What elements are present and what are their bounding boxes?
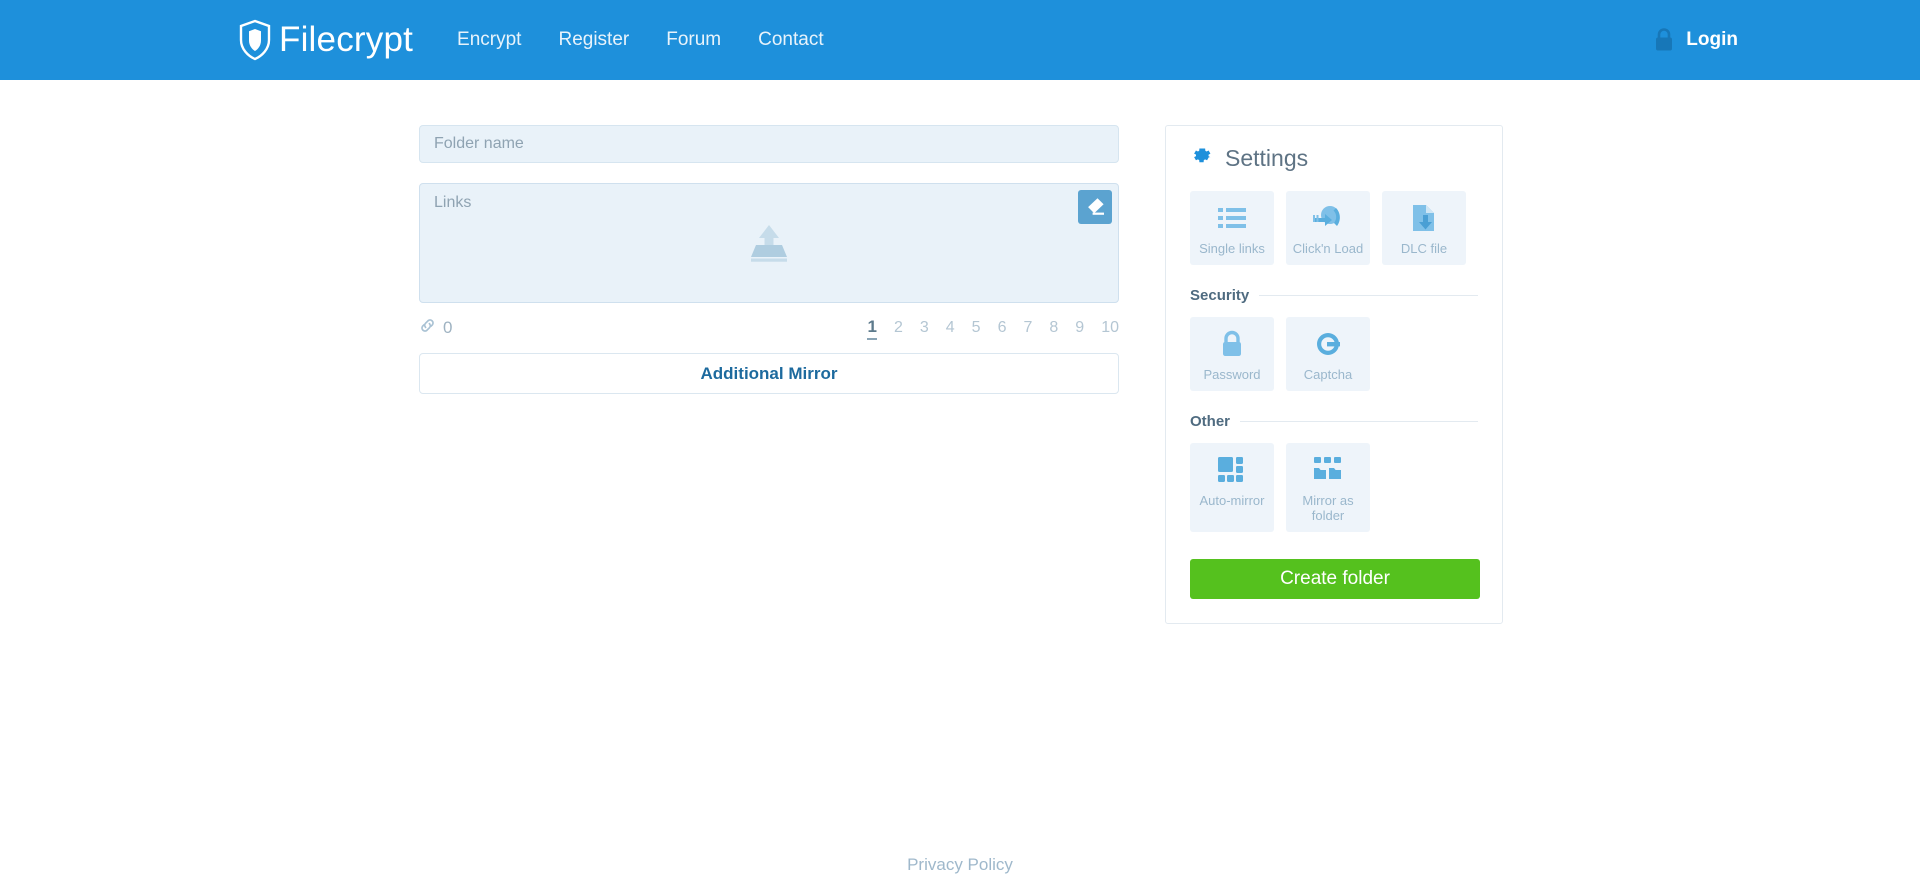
other-title: Other xyxy=(1190,413,1231,430)
page-3[interactable]: 3 xyxy=(920,319,929,337)
link-type-tiles: Single links Click'n Load DLC file xyxy=(1190,191,1478,265)
tile-label: Click'n Load xyxy=(1292,241,1364,256)
tile-label: Password xyxy=(1203,367,1261,382)
tile-auto-mirror[interactable]: Auto-mirror xyxy=(1190,443,1274,532)
mirror-pagination: 1 2 3 4 5 6 7 8 9 10 xyxy=(867,317,1119,340)
nav-item-register[interactable]: Register xyxy=(558,29,629,51)
settings-title: Settings xyxy=(1225,144,1309,171)
lock-icon xyxy=(1653,27,1675,53)
captcha-icon xyxy=(1314,328,1342,360)
other-tiles: Auto-mirror Mirror as folder xyxy=(1190,443,1478,532)
shield-icon xyxy=(238,19,272,61)
settings-sidebar: Settings Single links Click'n Load DLC f… xyxy=(1165,125,1503,624)
login-label: Login xyxy=(1686,29,1738,50)
privacy-policy-link[interactable]: Privacy Policy xyxy=(907,855,1013,874)
page-8[interactable]: 8 xyxy=(1049,319,1058,337)
tile-clicknload[interactable]: Click'n Load xyxy=(1286,191,1370,265)
eraser-icon xyxy=(1084,195,1106,220)
tile-label: Mirror as folder xyxy=(1302,493,1354,523)
page-6[interactable]: 6 xyxy=(998,319,1007,337)
section-divider xyxy=(1259,295,1478,296)
page-4[interactable]: 4 xyxy=(946,319,955,337)
folder-name-input[interactable] xyxy=(419,125,1119,163)
settings-panel: Settings Single links Click'n Load DLC f… xyxy=(1165,125,1503,624)
clear-links-button[interactable] xyxy=(1078,190,1112,224)
link-counter: 0 xyxy=(419,317,452,339)
main-content: 0 1 2 3 4 5 6 7 8 9 10 Additional Mirror xyxy=(0,80,1920,624)
list-icon xyxy=(1218,202,1246,234)
nav-item-forum[interactable]: Forum xyxy=(666,29,721,51)
security-tiles: Password Captcha xyxy=(1190,317,1478,391)
section-divider xyxy=(1240,421,1478,422)
site-footer: Privacy Policy xyxy=(0,855,1920,875)
page-1[interactable]: 1 xyxy=(867,317,877,340)
brand-logo[interactable]: Filecrypt xyxy=(238,19,413,61)
folders-icon xyxy=(1313,454,1343,486)
tile-captcha[interactable]: Captcha xyxy=(1286,317,1370,391)
chain-link-icon xyxy=(419,317,436,339)
link-count-value: 0 xyxy=(443,318,453,337)
page-10[interactable]: 10 xyxy=(1101,319,1119,337)
nav-item-contact[interactable]: Contact xyxy=(758,29,823,51)
tile-single-links[interactable]: Single links xyxy=(1190,191,1274,265)
page-2[interactable]: 2 xyxy=(894,319,903,337)
folder-form: 0 1 2 3 4 5 6 7 8 9 10 Additional Mirror xyxy=(419,125,1119,394)
other-section-header: Other xyxy=(1190,413,1478,430)
security-title: Security xyxy=(1190,287,1250,304)
page-5[interactable]: 5 xyxy=(972,319,981,337)
gear-icon xyxy=(1190,144,1213,172)
tile-label: Auto-mirror xyxy=(1199,493,1265,508)
main-nav: Encrypt Register Forum Contact xyxy=(457,29,824,51)
dlc-file-icon xyxy=(1411,202,1437,234)
settings-header: Settings xyxy=(1190,144,1478,172)
tile-mirror-as-folder[interactable]: Mirror as folder xyxy=(1286,443,1370,532)
padlock-icon xyxy=(1220,328,1244,360)
create-folder-button[interactable]: Create folder xyxy=(1190,559,1480,599)
tile-label: Captcha xyxy=(1303,367,1353,382)
tile-label: DLC file xyxy=(1400,241,1448,256)
nav-item-encrypt[interactable]: Encrypt xyxy=(457,29,521,51)
links-meta-row: 0 1 2 3 4 5 6 7 8 9 10 xyxy=(419,316,1119,340)
site-header: Filecrypt Encrypt Register Forum Contact… xyxy=(0,0,1920,80)
additional-mirror-button[interactable]: Additional Mirror xyxy=(419,353,1119,394)
tile-dlc-file[interactable]: DLC file xyxy=(1382,191,1466,265)
login-button[interactable]: Login xyxy=(1653,27,1738,53)
links-area xyxy=(419,183,1119,303)
tile-label: Single links xyxy=(1199,241,1265,256)
page-7[interactable]: 7 xyxy=(1023,319,1032,337)
brand-name: Filecrypt xyxy=(279,20,414,59)
clicknload-icon xyxy=(1312,202,1344,234)
links-input[interactable] xyxy=(419,183,1119,303)
page-9[interactable]: 9 xyxy=(1075,319,1084,337)
tile-password[interactable]: Password xyxy=(1190,317,1274,391)
security-section-header: Security xyxy=(1190,287,1478,304)
grid-icon xyxy=(1218,454,1246,486)
